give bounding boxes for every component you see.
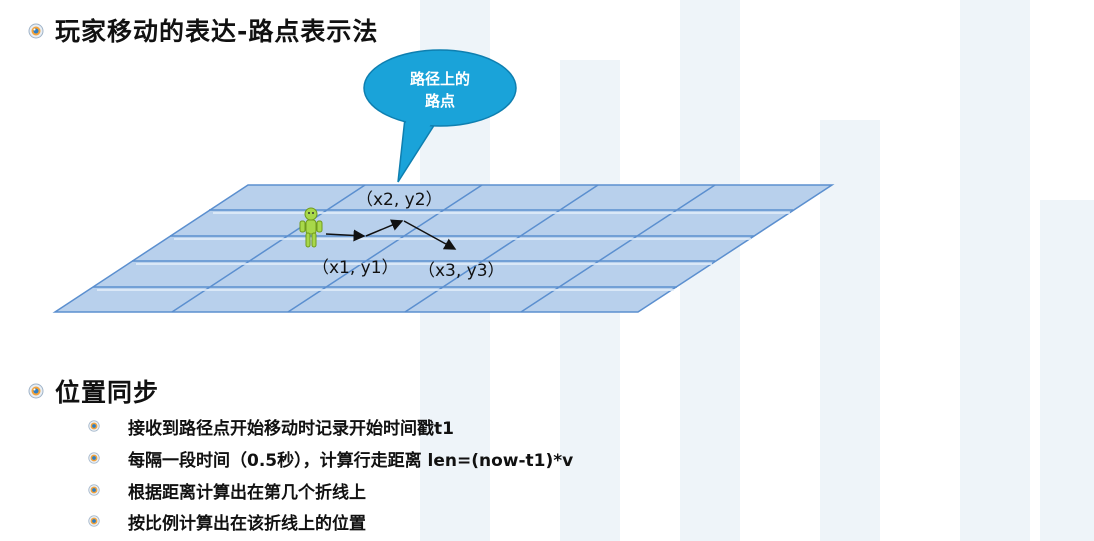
callout-text-line1: 路径上的 xyxy=(410,70,470,88)
waypoint-label-1: （x1, y1） xyxy=(312,258,399,278)
waypoint-label-2: （x2, y2） xyxy=(356,190,443,210)
bullet-icon xyxy=(88,484,100,496)
bullet-icon xyxy=(88,515,100,527)
grid-plane xyxy=(52,184,835,313)
bullet-icon xyxy=(88,420,100,432)
callout-bubble: 路径上的 路点 xyxy=(363,49,517,183)
list-item: 按比例计算出在该折线上的位置 xyxy=(128,514,366,534)
bullet-icon xyxy=(88,452,100,464)
bullet-icon xyxy=(28,383,44,399)
section-title-sync: 位置同步 xyxy=(55,378,160,407)
callout-text-line2: 路点 xyxy=(425,92,455,110)
list-item: 根据距离计算出在第几个折线上 xyxy=(128,483,366,503)
waypoint-label-3: （x3, y3） xyxy=(418,261,505,281)
list-item: 每隔一段时间（0.5秒），计算行走距离 len=(now-t1)*v xyxy=(128,451,574,471)
list-item: 接收到路径点开始移动时记录开始时间戳t1 xyxy=(128,419,454,439)
